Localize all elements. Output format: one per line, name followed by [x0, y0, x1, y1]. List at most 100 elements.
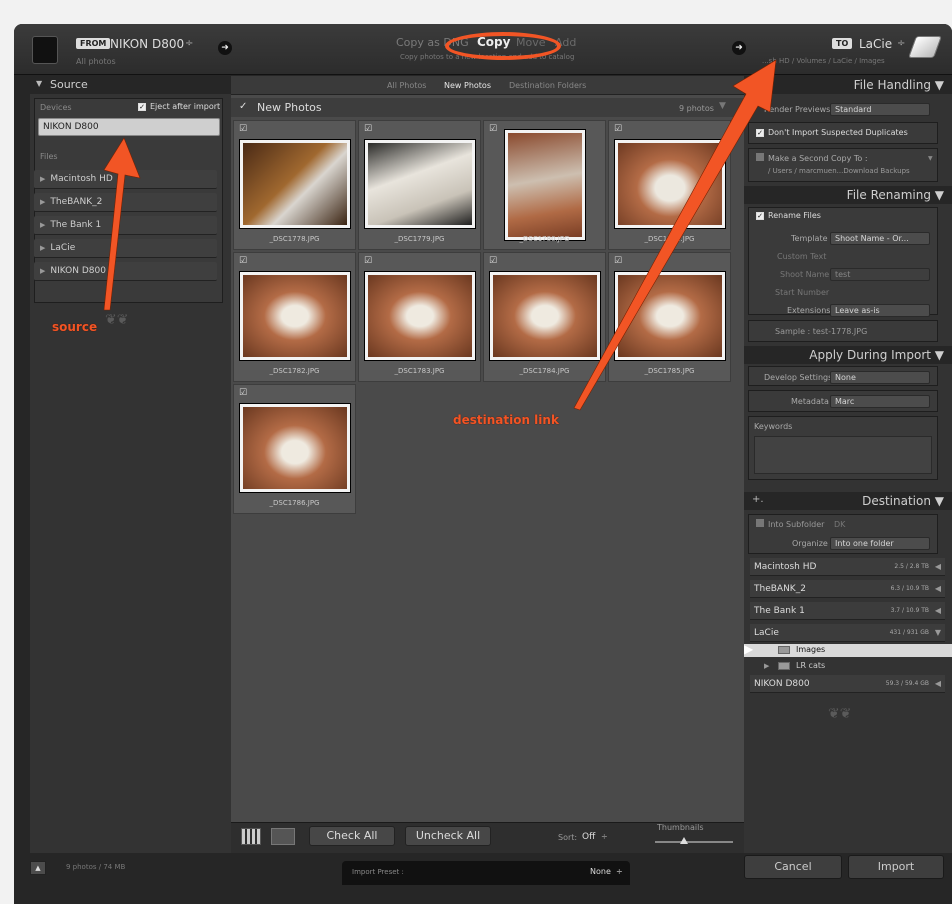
volume-name: NIKON D800: [754, 679, 810, 689]
expand-triangle-icon: ▶: [40, 175, 46, 183]
source-header[interactable]: ▼ Source: [30, 76, 231, 94]
uncheck-all-button[interactable]: Uncheck All: [405, 826, 491, 846]
thumbnail-checkbox[interactable]: ☑: [364, 124, 372, 134]
thumbnail-cell[interactable]: ☑ _DSC1784.JPG: [483, 252, 606, 382]
group-checkbox[interactable]: ✓: [239, 101, 247, 112]
second-copy-label: Make a Second Copy To :: [768, 154, 868, 163]
dest-volume-nikon-d800[interactable]: NIKON D800 59.3 / 59.4 GB ◀: [750, 675, 945, 693]
dest-volume-thebank-2[interactable]: TheBANK_2 6.3 / 10.9 TB ◀: [750, 580, 945, 598]
source-device-icon: [32, 36, 58, 64]
add-folder-icon[interactable]: +.: [752, 494, 764, 505]
metadata-select[interactable]: Marc: [830, 395, 930, 408]
import-button[interactable]: Import: [848, 855, 944, 879]
folder-lr-cats-label[interactable]: LR cats: [796, 661, 825, 670]
sort-select[interactable]: Off: [582, 832, 595, 842]
dest-volume-the-bank-1[interactable]: The Bank 1 3.7 / 10.9 TB ◀: [750, 602, 945, 620]
selected-folder-pointer-icon: ▶: [744, 642, 754, 656]
destination-header[interactable]: Destination ▼: [744, 492, 952, 510]
render-previews-select[interactable]: Standard: [830, 103, 930, 116]
cancel-button[interactable]: Cancel: [744, 855, 842, 879]
to-dest-select[interactable]: LaCie: [859, 37, 892, 51]
volume-label: LaCie: [50, 243, 76, 253]
volume-nikon-d800[interactable]: ▶ NIKON D800: [34, 262, 217, 281]
thumbnail-cell[interactable]: ☑ _DSC1783.JPG: [358, 252, 481, 382]
thumbnail-checkbox[interactable]: ☑: [489, 256, 497, 266]
from-sub: All photos: [76, 57, 116, 66]
to-dest-chevron-icon[interactable]: ÷: [897, 38, 905, 49]
volume-size: 6.3 / 10.9 TB: [890, 585, 929, 592]
subfolder-checkbox[interactable]: Into Subfolder: [756, 519, 824, 529]
thumbnail-cell[interactable]: ☑ _DSC1786.JPG: [233, 384, 356, 514]
expand-triangle-icon: ▶: [40, 198, 46, 206]
collapse-triangle-icon[interactable]: ▼: [719, 101, 726, 111]
thumbnail-cell[interactable]: ☑ _DSC1780.JPG: [483, 120, 606, 250]
from-source-chevron-icon[interactable]: ÷: [185, 38, 193, 49]
device-nikon-d800[interactable]: NIKON D800: [38, 118, 220, 136]
thumbnail-filename: _DSC1780.JPG: [519, 235, 570, 243]
source-annotation-label: source: [52, 320, 98, 334]
preset-chevron-icon[interactable]: ÷: [616, 867, 623, 876]
from-badge: FROM: [76, 38, 111, 49]
thumbnail-checkbox[interactable]: ☑: [239, 256, 247, 266]
shoot-name-label: Shoot Name: [780, 270, 830, 279]
volume-the-bank-1[interactable]: ▶ The Bank 1: [34, 216, 217, 235]
from-source-select[interactable]: NIKON D800: [110, 37, 184, 51]
rename-files-checkbox[interactable]: ✓ Rename Files: [756, 211, 821, 220]
file-renaming-header[interactable]: File Renaming ▼: [744, 186, 952, 204]
second-copy-chevron-icon[interactable]: ▼: [928, 155, 933, 162]
check-all-button[interactable]: Check All: [309, 826, 395, 846]
grid-view-icon[interactable]: [241, 828, 261, 845]
expand-triangle-icon: ◀: [934, 679, 941, 688]
folder-images-row[interactable]: [744, 644, 952, 657]
thumbnail-size-slider[interactable]: [655, 841, 733, 843]
volume-lacie[interactable]: ▶ LaCie: [34, 239, 217, 258]
thumbnail-checkbox[interactable]: ☑: [239, 124, 247, 134]
eject-checkbox[interactable]: ✓ Eject after import: [138, 102, 220, 111]
collapse-triangle-icon: ▼: [934, 628, 941, 637]
collapse-triangle-icon[interactable]: ▼: [36, 79, 42, 88]
second-copy-path[interactable]: / Users / marcmuen...Download Backups: [768, 167, 910, 175]
folder-images-label: Images: [796, 645, 826, 654]
to-badge: TO: [832, 38, 853, 49]
thumbnail-checkbox[interactable]: ☑: [239, 388, 247, 398]
metadata-label: Metadata: [791, 397, 829, 406]
source-panel: ▼ Source Devices ✓ Eject after import NIK…: [30, 76, 231, 853]
panel-end-ornament-icon: ❦❦: [105, 312, 129, 328]
duplicates-checkbox[interactable]: ✓ Don't Import Suspected Duplicates: [756, 128, 908, 137]
volume-thebank-2[interactable]: ▶ TheBANK_2: [34, 193, 217, 212]
expand-triangle-icon: ▶: [40, 267, 46, 275]
volume-macintosh-hd[interactable]: ▶ Macintosh HD: [34, 170, 217, 189]
file-handling-header[interactable]: File Handling ▼: [744, 76, 952, 94]
tab-destination-folders[interactable]: Destination Folders: [509, 81, 586, 90]
template-select[interactable]: Shoot Name - Or...: [830, 232, 930, 245]
duplicates-label: Don't Import Suspected Duplicates: [768, 128, 908, 137]
thumbnail-cell[interactable]: ☑ _DSC1782.JPG: [233, 252, 356, 382]
thumbnail-checkbox[interactable]: ☑: [614, 256, 622, 266]
thumbnail-checkbox[interactable]: ☑: [614, 124, 622, 134]
collapse-panel-button[interactable]: ▲: [30, 861, 46, 875]
organize-select[interactable]: Into one folder: [830, 537, 930, 550]
shoot-name-field[interactable]: test: [830, 268, 930, 281]
keywords-field[interactable]: [754, 436, 932, 474]
subfolder-name[interactable]: DK: [834, 520, 845, 529]
extensions-select[interactable]: Leave as-is: [830, 304, 930, 317]
import-preset-value[interactable]: None: [590, 867, 611, 876]
thumbnail-checkbox[interactable]: ☑: [489, 124, 497, 134]
thumbnail-cell[interactable]: ☑ _DSC1779.JPG: [358, 120, 481, 250]
expand-triangle-icon[interactable]: ▶: [764, 662, 769, 670]
apply-during-import-header[interactable]: Apply During Import ▼: [744, 346, 952, 364]
thumbnail-checkbox[interactable]: ☑: [364, 256, 372, 266]
loupe-view-icon[interactable]: [271, 828, 295, 845]
second-copy-checkbox[interactable]: Make a Second Copy To :: [756, 153, 868, 163]
tab-all-photos[interactable]: All Photos: [387, 81, 426, 90]
tab-new-photos[interactable]: New Photos: [444, 81, 491, 90]
dest-volume-lacie[interactable]: LaCie 431 / 931 GB ▼: [750, 624, 945, 642]
thumbnail-cell[interactable]: ☑ _DSC1781.JPG: [608, 120, 731, 250]
dest-volume-macintosh-hd[interactable]: Macintosh HD 2.5 / 2.8 TB ◀: [750, 558, 945, 576]
sort-chevron-icon[interactable]: ÷: [601, 832, 608, 841]
thumbnail-cell[interactable]: ☑ _DSC1778.JPG: [233, 120, 356, 250]
expand-triangle-icon: ◀: [934, 606, 941, 615]
slider-thumb[interactable]: [680, 837, 688, 844]
develop-settings-select[interactable]: None: [830, 371, 930, 384]
thumbnail-cell[interactable]: ☑ _DSC1785.JPG: [608, 252, 731, 382]
